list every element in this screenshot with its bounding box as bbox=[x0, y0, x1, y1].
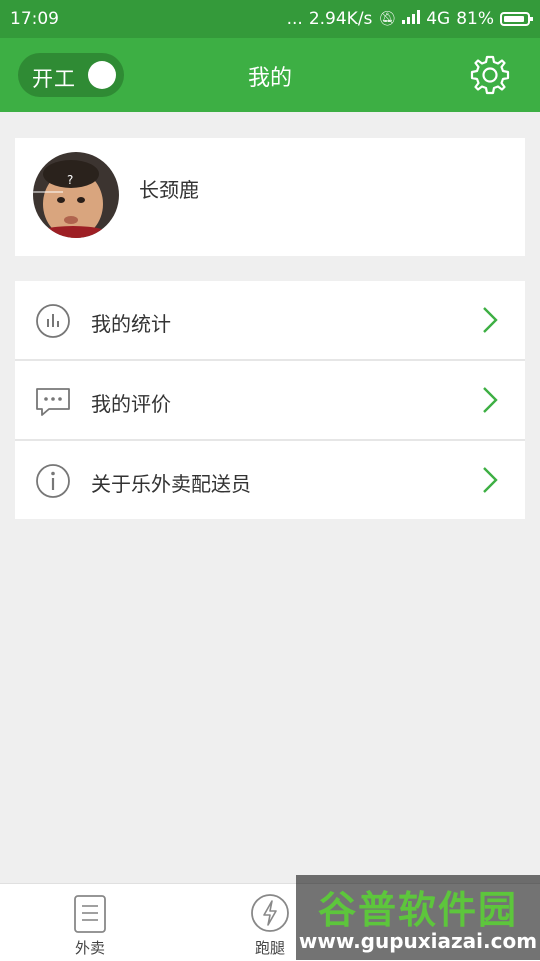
profile-name: 长颈鹿 bbox=[139, 178, 199, 202]
network-speed: 2.94K/s bbox=[308, 9, 373, 29]
watermark: 谷普软件园 www.gupuxiazai.com bbox=[296, 875, 540, 960]
watermark-title: 谷普软件园 bbox=[317, 888, 518, 932]
status-indicators: ... 2.94K/s 🔕︎ 4G 81% bbox=[286, 9, 533, 29]
avatar[interactable]: ? bbox=[33, 152, 119, 238]
menu-item-label: 我的统计 bbox=[91, 312, 171, 336]
network-type: 4G bbox=[426, 9, 451, 29]
watermark-url: www.gupuxiazai.com bbox=[298, 929, 538, 953]
lightning-icon bbox=[251, 894, 289, 932]
chevron-right-icon bbox=[483, 467, 498, 493]
notification-dots: ... bbox=[286, 9, 303, 29]
menu-card: 我的统计 我的评价 关于乐外卖配送员 bbox=[15, 281, 525, 519]
gear-icon bbox=[470, 55, 510, 95]
menu-item-label: 关于乐外卖配送员 bbox=[91, 472, 251, 496]
page-title: 我的 bbox=[247, 66, 292, 91]
menu-item-reviews[interactable]: 我的评价 bbox=[15, 361, 525, 441]
menu-item-statistics[interactable]: 我的统计 bbox=[15, 281, 525, 361]
battery-percent: 81% bbox=[456, 9, 494, 29]
nav-item-takeout[interactable]: 外卖 bbox=[35, 892, 145, 958]
battery-icon bbox=[500, 12, 533, 26]
status-time: 17:09 bbox=[10, 9, 59, 29]
stats-icon bbox=[36, 304, 70, 338]
settings-button[interactable] bbox=[469, 54, 511, 96]
avatar-question-mark: ? bbox=[67, 173, 73, 187]
status-bar: 17:09 ... 2.94K/s 🔕︎ 4G 81% bbox=[0, 0, 540, 38]
menu-item-label: 我的评价 bbox=[91, 392, 171, 416]
mute-bell-icon: 🔕︎ bbox=[378, 11, 397, 27]
signal-icon bbox=[402, 9, 421, 29]
header: 开工 我的 bbox=[0, 38, 540, 112]
chevron-right-icon bbox=[483, 387, 498, 413]
clipboard-icon bbox=[74, 895, 106, 933]
comment-icon bbox=[36, 388, 70, 416]
chevron-right-icon bbox=[483, 307, 498, 333]
info-icon bbox=[36, 464, 70, 498]
profile-card[interactable]: ? 长颈鹿 bbox=[15, 138, 525, 256]
nav-label: 外卖 bbox=[74, 939, 105, 957]
menu-item-about[interactable]: 关于乐外卖配送员 bbox=[15, 441, 525, 519]
